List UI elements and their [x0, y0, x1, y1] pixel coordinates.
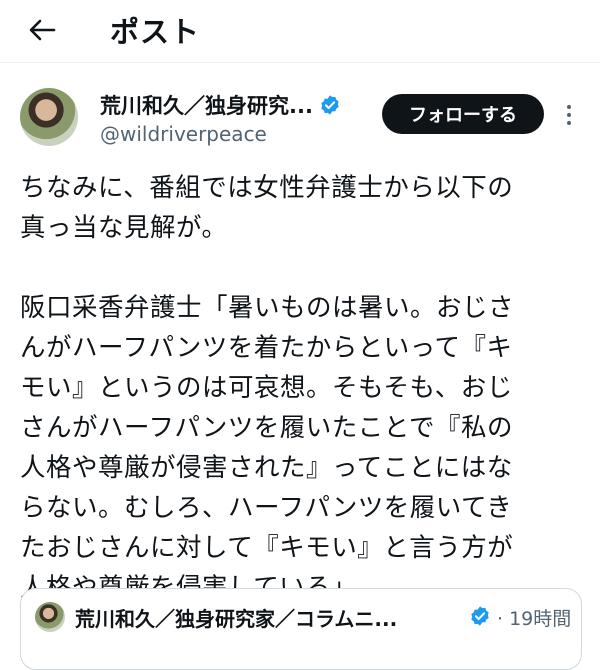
tweet-line: 人格や尊厳が侵害された』ってことにはな [20, 453, 513, 483]
top-bar: ポスト [0, 0, 600, 63]
follow-button[interactable]: フォローする [382, 94, 544, 134]
more-vertical-icon-dot [567, 121, 571, 125]
arrow-left-icon [29, 19, 56, 41]
verified-badge-icon [471, 606, 489, 626]
tweet-text: ちなみに、番組では女性弁護士から以下の 真っ当な見解が。 阪口采香弁護士「暑いも… [20, 168, 586, 608]
page-title: ポスト [110, 15, 201, 49]
quoted-post-card[interactable]: 荒川和久／独身研究家／コラムニ... · 19時間 [20, 588, 582, 670]
more-vertical-icon-dot [567, 113, 571, 117]
tweet-line: さんがハーフパンツを履いたことで『私の [20, 413, 513, 443]
author-name-row: 荒川和久／独身研究... [100, 90, 341, 120]
tweet-line: ちなみに、番組では女性弁護士から以下の [20, 173, 514, 203]
back-button[interactable] [22, 12, 62, 48]
author-avatar[interactable] [20, 88, 78, 146]
tweet-line: んがハーフパンツを着たからといって『キ [20, 333, 513, 363]
tweet-line: 阪口采香弁護士「暑いものは暑い。おじさ [20, 293, 515, 323]
quote-timestamp: · 19時間 [497, 608, 572, 630]
quote-author-avatar [35, 602, 65, 632]
quote-author-name: 荒川和久／独身研究家／コラムニ... [75, 607, 398, 631]
more-options-button[interactable] [558, 100, 580, 130]
author-handle[interactable]: @wildriverpeace [100, 122, 267, 146]
tweet-line: らない。むしろ、ハーフパンツを履いてき [20, 493, 513, 523]
author-display-name[interactable]: 荒川和久／独身研究... [100, 90, 313, 120]
tweet-line: 真っ当な見解が。 [20, 213, 228, 243]
tweet-line: モい』というのは可哀想。そもそも、おじ [20, 373, 513, 403]
verified-badge-icon [321, 95, 339, 115]
tweet-line: たおじさんに対して『キモい』と言う方が [20, 533, 514, 563]
more-vertical-icon [567, 105, 571, 109]
